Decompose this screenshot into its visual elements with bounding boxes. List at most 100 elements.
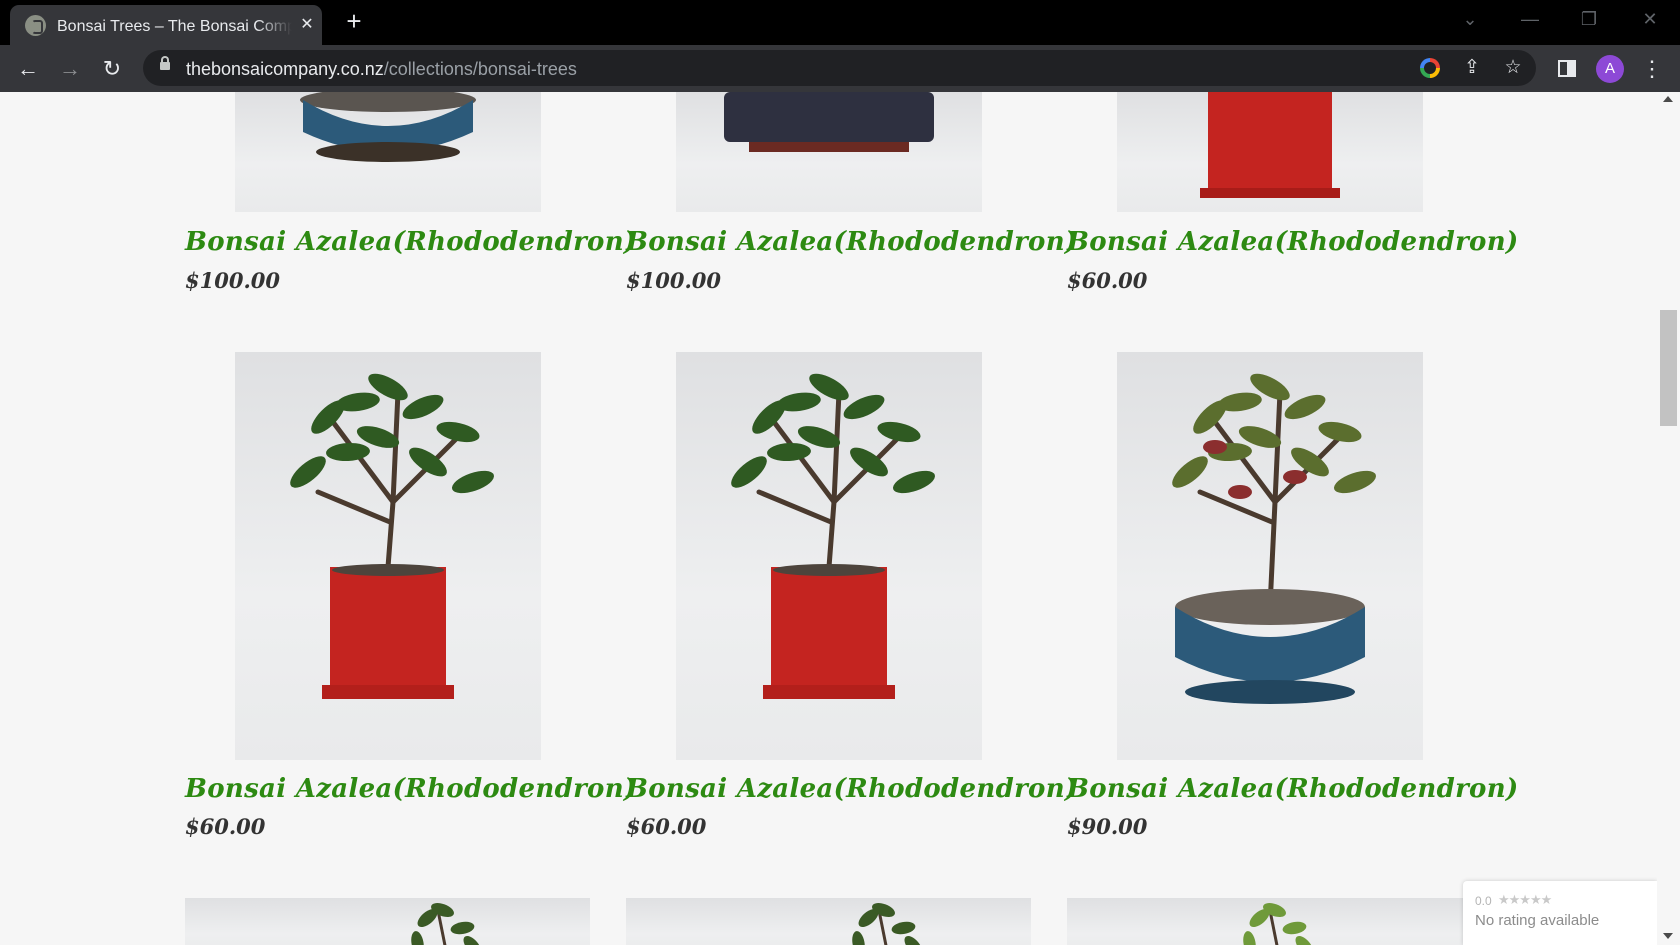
leaf-icon bbox=[904, 936, 923, 945]
branch-icon bbox=[315, 489, 393, 525]
url-host: thebonsaicompany.co.nz bbox=[186, 59, 384, 79]
scrollbar-thumb[interactable] bbox=[1660, 310, 1677, 426]
leaf-icon bbox=[411, 931, 424, 945]
leaf-icon bbox=[1333, 470, 1377, 494]
product-photo bbox=[724, 92, 934, 152]
product-price: $60.00 bbox=[185, 814, 266, 839]
pot-icon bbox=[771, 567, 887, 687]
browser-tab[interactable]: Bonsai Trees – The Bonsai Company ✕ bbox=[10, 5, 322, 45]
product-price: $100.00 bbox=[626, 268, 721, 293]
lock-icon[interactable] bbox=[160, 56, 170, 70]
url-text[interactable]: thebonsaicompany.co.nz/collections/bonsa… bbox=[186, 59, 577, 79]
branch-icon bbox=[826, 499, 837, 570]
pot-feet-icon bbox=[749, 142, 909, 152]
product-title-link[interactable]: Bonsai Azalea(Rhododendron) bbox=[1067, 226, 1519, 258]
soil-icon bbox=[1175, 589, 1365, 625]
close-window-button[interactable]: ✕ bbox=[1636, 8, 1664, 30]
product-photo bbox=[290, 373, 495, 699]
soil-icon bbox=[300, 92, 476, 112]
leaf-icon bbox=[892, 470, 936, 494]
rating-stars-icon: ★★★★★ bbox=[1498, 892, 1552, 907]
product-image[interactable] bbox=[1117, 92, 1423, 212]
leaf-icon bbox=[1318, 421, 1362, 443]
leaf-icon bbox=[463, 936, 482, 945]
pot-saucer-icon bbox=[763, 685, 895, 699]
leaf-icon bbox=[1243, 931, 1256, 945]
product-image-partial[interactable] bbox=[626, 898, 1031, 945]
back-icon[interactable]: ← bbox=[14, 55, 42, 83]
close-tab-icon[interactable]: ✕ bbox=[297, 15, 317, 35]
product-title-link[interactable]: Bonsai Azalea(Rhododendron) bbox=[626, 226, 1078, 258]
product-photo-partial bbox=[1243, 903, 1314, 945]
browser-toolbar: ← → ↻ thebonsaicompany.co.nz/collections… bbox=[0, 45, 1680, 92]
trunk-icon bbox=[756, 389, 902, 570]
product-price: $60.00 bbox=[626, 814, 707, 839]
pot-saucer-icon bbox=[1200, 188, 1340, 198]
pot-icon bbox=[724, 92, 934, 142]
share-icon[interactable]: ⇪ bbox=[1460, 56, 1484, 80]
minimize-window-button[interactable]: — bbox=[1516, 8, 1544, 30]
red-leaf-icon bbox=[1203, 440, 1227, 454]
product-photo bbox=[731, 373, 936, 699]
bookmark-star-icon[interactable]: ☆ bbox=[1501, 56, 1525, 80]
page-scrollbar[interactable] bbox=[1657, 92, 1680, 945]
browser-menu-icon[interactable]: ⋮ bbox=[1641, 55, 1663, 83]
product-photo bbox=[1172, 373, 1377, 704]
scroll-down-arrow-icon[interactable] bbox=[1663, 933, 1673, 939]
leaf-icon bbox=[731, 456, 767, 488]
tab-search-icon[interactable]: ⌄ bbox=[1456, 8, 1484, 30]
pot-icon bbox=[1208, 92, 1332, 190]
product-image[interactable] bbox=[676, 352, 982, 760]
page-viewport: Bonsai Azalea(Rhododendron) Bonsai Azale… bbox=[0, 92, 1680, 945]
branch-icon bbox=[385, 499, 396, 570]
google-lens-icon[interactable] bbox=[1420, 58, 1440, 78]
tab-title: Bonsai Trees – The Bonsai Company bbox=[57, 18, 292, 35]
product-title-link[interactable]: Bonsai Azalea(Rhododendron) bbox=[1067, 773, 1519, 805]
product-image[interactable] bbox=[235, 92, 541, 212]
product-image[interactable] bbox=[676, 92, 982, 212]
product-title-link[interactable]: Bonsai Azalea(Rhododendron) bbox=[185, 773, 637, 805]
product-price: $90.00 bbox=[1067, 814, 1148, 839]
trunk-icon bbox=[1197, 389, 1343, 610]
new-tab-button[interactable]: + bbox=[342, 8, 366, 34]
product-image-partial[interactable] bbox=[185, 898, 590, 945]
leaf-icon bbox=[290, 456, 326, 488]
leaf-icon bbox=[852, 931, 865, 945]
tab-strip: Bonsai Trees – The Bonsai Company ✕ + ⌄ … bbox=[0, 0, 1680, 45]
restore-window-button[interactable]: ❐ bbox=[1575, 8, 1603, 30]
leaf-icon bbox=[450, 921, 475, 935]
product-photo bbox=[300, 92, 476, 162]
product-photo-partial bbox=[852, 903, 923, 945]
pot-base-icon bbox=[1185, 680, 1355, 704]
leaf-icon bbox=[1172, 456, 1208, 488]
pot-feet-icon bbox=[316, 142, 460, 162]
product-photo bbox=[1200, 92, 1340, 198]
rating-score: 0.0 bbox=[1475, 894, 1492, 908]
branch-icon bbox=[756, 489, 834, 525]
product-price: $100.00 bbox=[185, 268, 280, 293]
url-path: /collections/bonsai-trees bbox=[383, 59, 577, 79]
pot-saucer-icon bbox=[322, 685, 454, 699]
product-photo-partial bbox=[411, 903, 482, 945]
pot-icon bbox=[330, 567, 446, 687]
product-title-link[interactable]: Bonsai Azalea(Rhododendron) bbox=[626, 773, 1078, 805]
product-title-link[interactable]: Bonsai Azalea(Rhododendron) bbox=[185, 226, 637, 258]
scroll-up-arrow-icon[interactable] bbox=[1663, 96, 1673, 102]
side-panel-icon[interactable] bbox=[1558, 60, 1576, 77]
profile-avatar[interactable]: A bbox=[1596, 55, 1624, 83]
rating-text: No rating available bbox=[1475, 912, 1600, 929]
soil-icon bbox=[773, 564, 885, 576]
rating-badge[interactable]: 0.0 ★★★★★ No rating available bbox=[1463, 881, 1657, 945]
forward-icon[interactable]: → bbox=[56, 55, 84, 83]
reload-icon[interactable]: ↻ bbox=[98, 55, 126, 83]
leaf-icon bbox=[1295, 936, 1314, 945]
leaf-icon bbox=[877, 421, 921, 443]
red-leaf-icon bbox=[1228, 485, 1252, 499]
leaf-icon bbox=[1282, 921, 1307, 935]
address-bar[interactable]: thebonsaicompany.co.nz/collections/bonsa… bbox=[143, 50, 1536, 86]
product-price: $60.00 bbox=[1067, 268, 1148, 293]
product-image-partial[interactable] bbox=[1067, 898, 1472, 945]
product-image[interactable] bbox=[1117, 352, 1423, 760]
soil-icon bbox=[332, 564, 444, 576]
product-image[interactable] bbox=[235, 352, 541, 760]
